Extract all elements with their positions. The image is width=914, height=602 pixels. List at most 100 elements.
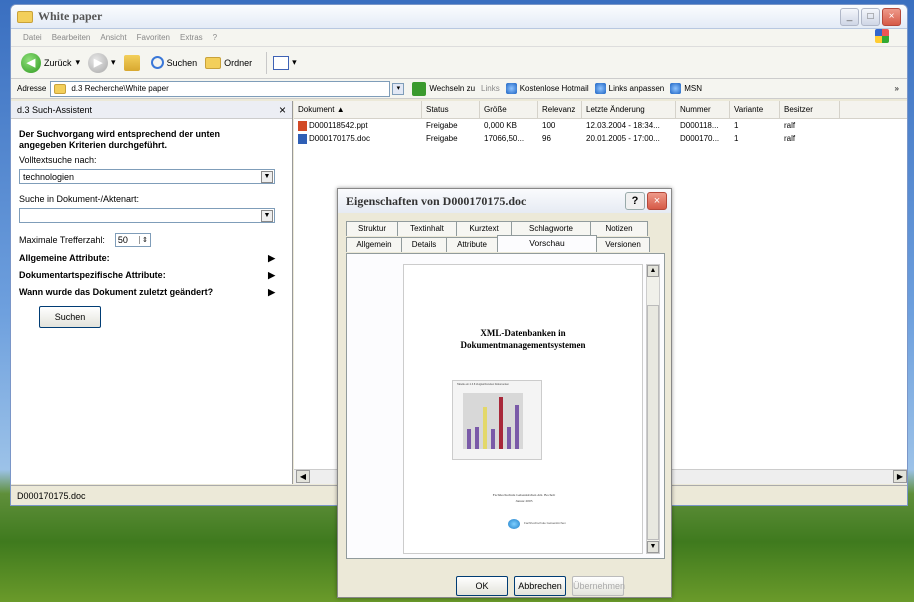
col-dokument[interactable]: Dokument ▲ — [294, 101, 422, 118]
expand-arrow-icon: ▶ — [268, 253, 275, 263]
col-status[interactable]: Status — [422, 101, 480, 118]
figure-bar — [515, 405, 519, 449]
forward-button[interactable]: ▶ ▾ — [88, 52, 116, 73]
scroll-down-icon[interactable]: ▼ — [647, 541, 659, 553]
assistant-intro: Der Suchvorgang wird entsprechend der un… — [19, 129, 221, 150]
chevron-down-icon[interactable]: ▼ — [261, 170, 273, 183]
chevron-down-icon[interactable]: ▼ — [261, 209, 273, 222]
address-input[interactable]: d.3 Recherche\White paper — [50, 80, 391, 97]
search-assistant-pane: d.3 Such-Assistent × Der Suchvorgang wir… — [11, 101, 293, 484]
link-anpassen[interactable]: Links anpassen — [594, 83, 664, 94]
ok-button[interactable]: OK — [456, 576, 508, 596]
max-hits-stepper[interactable]: 50 ⇕ — [114, 233, 151, 247]
search-submit-button[interactable]: Suchen — [39, 306, 101, 328]
ie-icon — [670, 83, 682, 94]
col-number[interactable]: Nummer — [676, 101, 730, 118]
chevron-down-icon[interactable]: ▾ — [292, 57, 297, 68]
dialog-title: Eigenschaften von D000170175.doc — [346, 193, 527, 208]
links-more-button[interactable]: » — [895, 84, 899, 93]
fulltext-combo[interactable]: technologien ▼ — [19, 169, 275, 184]
address-value: d.3 Recherche\White paper — [71, 84, 169, 93]
tab-details[interactable]: Details — [401, 237, 447, 252]
minimize-button[interactable]: _ — [840, 7, 859, 26]
spinner-icon[interactable]: ⇕ — [139, 236, 150, 244]
preview-vertical-scrollbar[interactable]: ▲ ▼ — [646, 264, 660, 554]
assistant-header: d.3 Such-Assistent × — [11, 101, 292, 119]
col-relevance[interactable]: Relevanz — [538, 101, 582, 118]
cell-name: D000118542.ppt — [309, 120, 368, 130]
go-button[interactable]: Wechseln zu — [429, 84, 475, 93]
views-button[interactable]: ▾ — [273, 55, 297, 70]
cell-relevance: 100 — [542, 121, 556, 130]
apply-button[interactable]: Übernehmen — [572, 576, 625, 596]
scroll-up-icon[interactable]: ▲ — [647, 265, 659, 277]
tab-kurztext[interactable]: Kurztext — [456, 221, 512, 236]
figure-caption: Tabelle ein 2.3.8 Vergleichszeiten Dokum… — [457, 383, 509, 386]
tab-struktur[interactable]: Struktur — [346, 221, 398, 236]
folders-button[interactable]: Ordner — [205, 56, 252, 69]
cell-modified: 12.03.2004 - 18:34... — [586, 121, 660, 130]
scroll-left-icon[interactable]: ◀ — [296, 470, 310, 483]
chevron-down-icon[interactable]: ▾ — [76, 57, 81, 68]
address-bar: Adresse d.3 Recherche\White paper ▾ Wech… — [11, 79, 907, 99]
cell-relevance: 96 — [542, 134, 551, 143]
menu-extras[interactable]: Extras — [180, 33, 203, 42]
menu-ansicht[interactable]: Ansicht — [100, 33, 126, 42]
close-icon[interactable]: × — [279, 103, 286, 117]
preview-heading: XML-Datenbanken in Dokumentmanagementsys… — [404, 327, 642, 351]
cell-size: 17066,50... — [484, 134, 525, 143]
tab-allgemein[interactable]: Allgemein — [346, 237, 402, 252]
close-button[interactable]: × — [882, 7, 901, 26]
tab-notizen[interactable]: Notizen — [590, 221, 648, 236]
table-row[interactable]: D000118542.ppt Freigabe 0,000 KB 100 12.… — [294, 119, 907, 132]
university-logo-icon — [508, 519, 520, 529]
up-button[interactable] — [123, 54, 143, 71]
logo-text: Fachhochschule Gelsenkirchen — [524, 521, 566, 525]
link-msn[interactable]: MSN — [670, 83, 702, 94]
cell-modified: 20.01.2005 - 17:00... — [586, 134, 660, 143]
menu-bar: Datei Bearbeiten Ansicht Favoriten Extra… — [11, 29, 907, 47]
up-folder-icon — [123, 54, 140, 71]
tab-schlagworte[interactable]: Schlagworte — [511, 221, 591, 236]
search-button[interactable]: Suchen — [150, 56, 197, 69]
go-arrow-icon[interactable] — [412, 81, 427, 96]
doctype-combo[interactable]: ▼ — [19, 208, 275, 223]
back-button[interactable]: ◀ Zurück ▾ — [21, 52, 81, 73]
tab-textinhalt[interactable]: Textinhalt — [397, 221, 457, 236]
tab-attribute[interactable]: Attribute — [446, 237, 498, 252]
tab-versionen[interactable]: Versionen — [596, 237, 650, 252]
attr-changed[interactable]: Wann wurde das Dokument zuletzt geändert… — [19, 287, 275, 298]
scroll-right-icon[interactable]: ▶ — [893, 470, 907, 483]
scroll-thumb[interactable] — [647, 305, 659, 540]
attr-doctype[interactable]: Dokumentartspezifische Attribute: ▶ — [19, 270, 275, 281]
figure-bar — [467, 429, 471, 449]
dialog-close-button[interactable]: × — [647, 192, 667, 210]
maximize-button[interactable]: □ — [861, 7, 880, 26]
forward-arrow-icon: ▶ — [88, 52, 109, 73]
menu-favoriten[interactable]: Favoriten — [137, 33, 170, 42]
col-modified[interactable]: Letzte Änderung — [582, 101, 676, 118]
cancel-button[interactable]: Abbrechen — [514, 576, 566, 596]
chevron-down-icon[interactable]: ▾ — [111, 57, 116, 68]
max-hits-label: Maximale Trefferzahl: — [19, 235, 105, 245]
menu-help[interactable]: ? — [213, 33, 217, 42]
menu-bearbeiten[interactable]: Bearbeiten — [52, 33, 91, 42]
col-size[interactable]: Größe — [480, 101, 538, 118]
windows-logo-icon — [875, 29, 889, 43]
menu-datei[interactable]: Datei — [23, 33, 42, 42]
attr-changed-label: Wann wurde das Dokument zuletzt geändert… — [19, 287, 214, 297]
col-owner[interactable]: Besitzer — [780, 101, 840, 118]
figure-bar — [475, 427, 479, 449]
document-preview: XML-Datenbanken in Dokumentmanagementsys… — [403, 264, 643, 554]
col-variant[interactable]: Variante — [730, 101, 780, 118]
address-dropdown-button[interactable]: ▾ — [392, 82, 405, 95]
link-hotmail[interactable]: Kostenlose Hotmail — [505, 83, 589, 94]
cell-name: D000170175.doc — [309, 133, 370, 143]
tab-vorschau[interactable]: Vorschau — [497, 235, 597, 252]
attr-general[interactable]: Allgemeine Attribute: ▶ — [19, 253, 275, 264]
dialog-title-bar: Eigenschaften von D000170175.doc ? × — [338, 189, 671, 213]
cell-status: Freigabe — [426, 134, 458, 143]
help-button[interactable]: ? — [625, 192, 645, 210]
table-row[interactable]: D000170175.doc Freigabe 17066,50... 96 2… — [294, 132, 907, 145]
toolbar-separator — [266, 51, 268, 74]
